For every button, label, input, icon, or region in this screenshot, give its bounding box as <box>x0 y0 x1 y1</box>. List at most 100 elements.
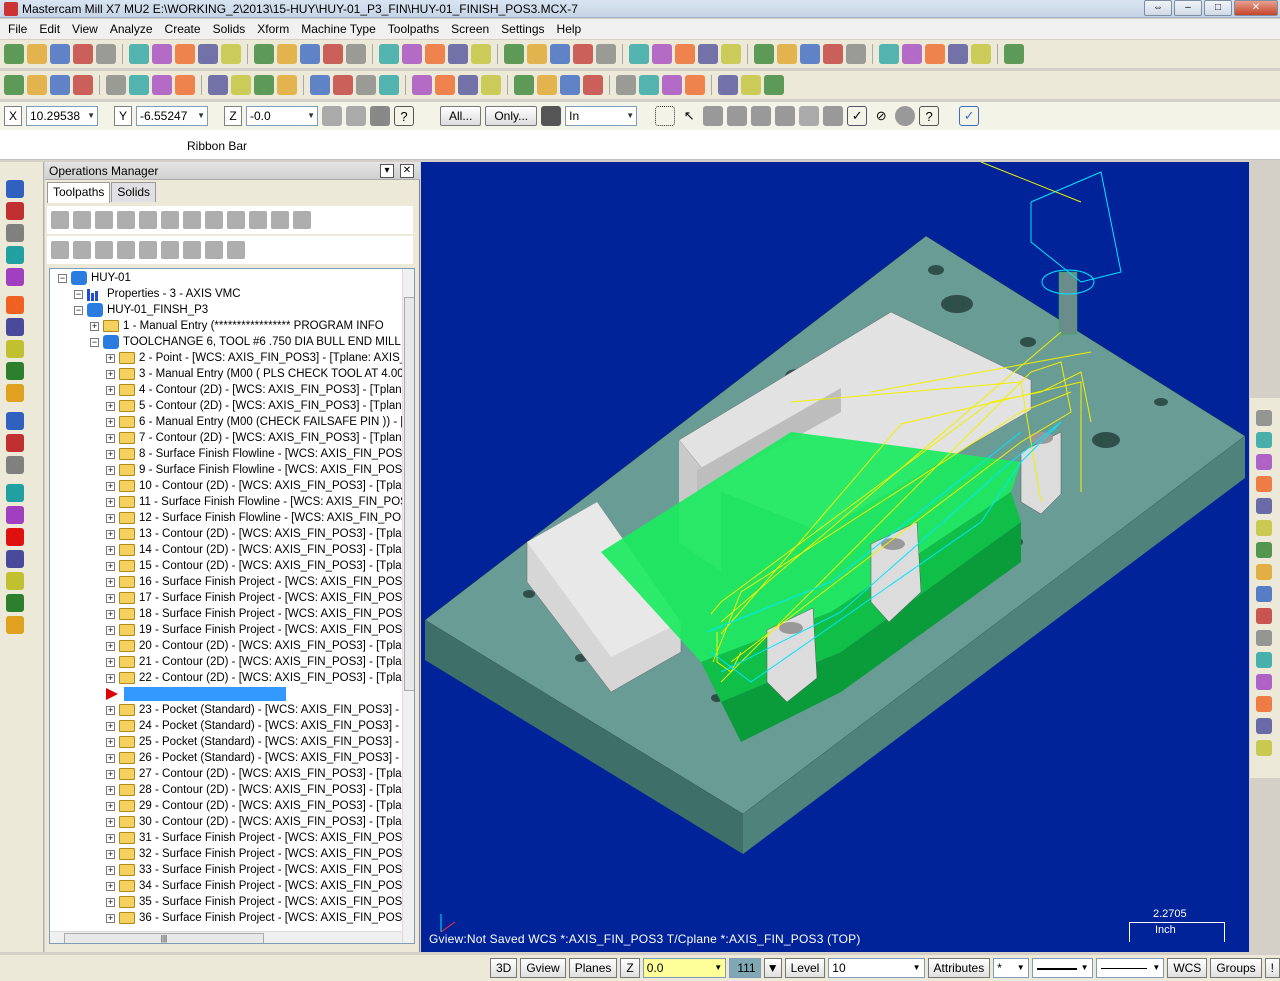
left-red-square-icon[interactable] <box>6 528 24 546</box>
window-select-icon[interactable] <box>655 106 676 126</box>
copy-icon[interactable] <box>379 44 399 64</box>
restore-small-icon[interactable]: ⇔ <box>1144 0 1172 16</box>
select-all-button[interactable]: All... <box>440 106 482 126</box>
tree-item[interactable]: +5 - Contour (2D) - [WCS: AXIS_FIN_POS3]… <box>106 398 402 414</box>
trim-icon[interactable] <box>175 75 195 95</box>
tree-item[interactable]: +26 - Pocket (Standard) - [WCS: AXIS_FIN… <box>106 750 399 766</box>
attributes-icon[interactable] <box>925 44 945 64</box>
dropdown-arrow-icon[interactable]: ▼ <box>913 959 921 977</box>
menu-screen[interactable]: Screen <box>445 19 495 39</box>
tree-item[interactable]: +22 - Contour (2D) - [WCS: AXIS_FIN_POS3… <box>106 670 402 686</box>
units-select[interactable]: In ▼ <box>565 106 638 126</box>
left-edit-icon[interactable] <box>6 456 24 474</box>
left-layer-icon[interactable] <box>6 362 24 380</box>
cube-icon[interactable] <box>573 44 593 64</box>
simulate-icon[interactable] <box>718 75 738 95</box>
tree-item[interactable]: +8 - Surface Finish Flowline - [WCS: AXI… <box>106 446 409 462</box>
tab-toolpaths[interactable]: Toolpaths <box>47 182 111 203</box>
right-tool-4-icon[interactable] <box>1256 476 1272 492</box>
dropdown-arrow-icon[interactable]: ▼ <box>307 107 315 125</box>
zoom-in-icon[interactable] <box>277 44 297 64</box>
drill-icon[interactable] <box>662 75 682 95</box>
y-coordinate-input[interactable]: -6.55247 ▼ <box>136 106 208 126</box>
menu-help[interactable]: Help <box>551 19 588 39</box>
tree-item[interactable]: +23 - Pocket (Standard) - [WCS: AXIS_FIN… <box>106 702 399 718</box>
translate-icon[interactable] <box>333 75 353 95</box>
solid-face-icon[interactable] <box>727 106 748 126</box>
hide-icon[interactable] <box>675 44 695 64</box>
array-icon[interactable] <box>379 75 399 95</box>
expand-toggle-icon[interactable]: − <box>58 273 67 283</box>
expand-toggle-icon[interactable]: + <box>106 529 115 539</box>
tree-item[interactable]: +36 - Surface Finish Project - [WCS: AXI… <box>106 910 409 926</box>
left-solids-icon[interactable] <box>6 318 24 336</box>
frame-icon[interactable] <box>481 75 501 95</box>
measure-icon[interactable] <box>823 44 843 64</box>
expand-toggle-icon[interactable]: + <box>106 369 115 379</box>
left-cube-gray-icon[interactable] <box>6 572 24 590</box>
mirror-icon[interactable] <box>277 75 297 95</box>
gear-icon[interactable] <box>198 44 218 64</box>
selection-mode-icon[interactable] <box>541 106 562 126</box>
tree-item[interactable]: +11 - Surface Finish Flowline - [WCS: AX… <box>106 494 408 510</box>
layers-icon[interactable] <box>537 75 557 95</box>
dropdown-arrow-icon[interactable]: ▼ <box>87 107 95 125</box>
close-button[interactable]: ✕ <box>1234 0 1278 16</box>
tree-item[interactable]: +6 - Manual Entry (M00 (CHECK FAILSAFE P… <box>106 414 411 430</box>
tree-item[interactable]: +34 - Surface Finish Project - [WCS: AXI… <box>106 878 409 894</box>
ops-tool-1-11-icon[interactable] <box>271 211 289 229</box>
tree-item[interactable]: +2 - Point - [WCS: AXIS_FIN_POS3] - [Tpl… <box>106 350 406 366</box>
expand-toggle-icon[interactable]: + <box>106 577 115 587</box>
right-tool-14-icon[interactable] <box>1256 696 1272 712</box>
ops-tool-1-10-icon[interactable] <box>249 211 267 229</box>
chain-select-icon[interactable] <box>412 75 432 95</box>
left-color-icon[interactable] <box>6 340 24 358</box>
expand-toggle-icon[interactable]: + <box>106 625 115 635</box>
ops-tool-1-2-icon[interactable] <box>73 211 91 229</box>
tree-item[interactable]: +32 - Surface Finish Project - [WCS: AXI… <box>106 846 409 862</box>
expand-toggle-icon[interactable]: + <box>106 641 115 651</box>
expand-toggle-icon[interactable]: + <box>106 433 115 443</box>
expand-toggle-icon[interactable]: + <box>106 785 115 795</box>
expand-toggle-icon[interactable]: + <box>106 401 115 411</box>
line-width-select[interactable]: ▼ <box>1095 958 1165 978</box>
ops-tool-1-12-icon[interactable] <box>293 211 311 229</box>
expand-toggle-icon[interactable]: + <box>106 849 115 859</box>
line-style-select[interactable]: ▼ <box>1031 958 1093 978</box>
solid-back-icon[interactable] <box>799 106 820 126</box>
ops-tool-1-8-icon[interactable] <box>205 211 223 229</box>
toolpath-pocket-icon[interactable] <box>639 75 659 95</box>
dropdown-arrow-icon[interactable]: ▼ <box>714 959 722 977</box>
tree-item[interactable]: +1 - Manual Entry (***************** PRO… <box>90 318 384 334</box>
expand-toggle-icon[interactable]: + <box>106 481 115 491</box>
insert-arrow-icon[interactable] <box>106 688 118 700</box>
verify-icon[interactable] <box>685 75 705 95</box>
right-tool-9-icon[interactable] <box>1256 586 1272 602</box>
expand-toggle-icon[interactable]: − <box>74 289 83 299</box>
expand-toggle-icon[interactable]: + <box>106 385 115 395</box>
sigma-icon[interactable] <box>948 44 968 64</box>
select-only-button[interactable]: Only... <box>485 106 538 126</box>
scale-icon[interactable] <box>356 75 376 95</box>
wcs-set-icon[interactable] <box>971 44 991 64</box>
expand-toggle-icon[interactable]: + <box>106 465 115 475</box>
view-front-icon[interactable] <box>471 44 491 64</box>
join-icon[interactable] <box>231 75 251 95</box>
ops-tool-2-9-icon[interactable] <box>227 241 245 259</box>
zoom-window-icon[interactable] <box>254 44 274 64</box>
create-line-icon[interactable] <box>27 75 47 95</box>
rotate-geom-icon[interactable] <box>310 75 330 95</box>
tree-item[interactable] <box>106 686 286 702</box>
dropdown-arrow-icon[interactable]: ▼ <box>1017 959 1025 977</box>
vertical-scrollbar[interactable] <box>402 269 414 943</box>
level-input[interactable]: 10 ▼ <box>828 958 925 978</box>
expand-toggle-icon[interactable]: + <box>106 449 115 459</box>
array-grid-icon[interactable] <box>458 75 478 95</box>
level-button[interactable]: Level <box>784 958 826 978</box>
ops-tool-1-4-icon[interactable] <box>117 211 135 229</box>
tree-item[interactable]: +28 - Contour (2D) - [WCS: AXIS_FIN_POS3… <box>106 782 402 798</box>
panel-close-icon[interactable]: ✕ <box>400 164 414 178</box>
stretch-icon[interactable] <box>560 75 580 95</box>
left-group-b-icon[interactable] <box>6 506 24 524</box>
maximize-button[interactable]: □ <box>1204 0 1232 16</box>
